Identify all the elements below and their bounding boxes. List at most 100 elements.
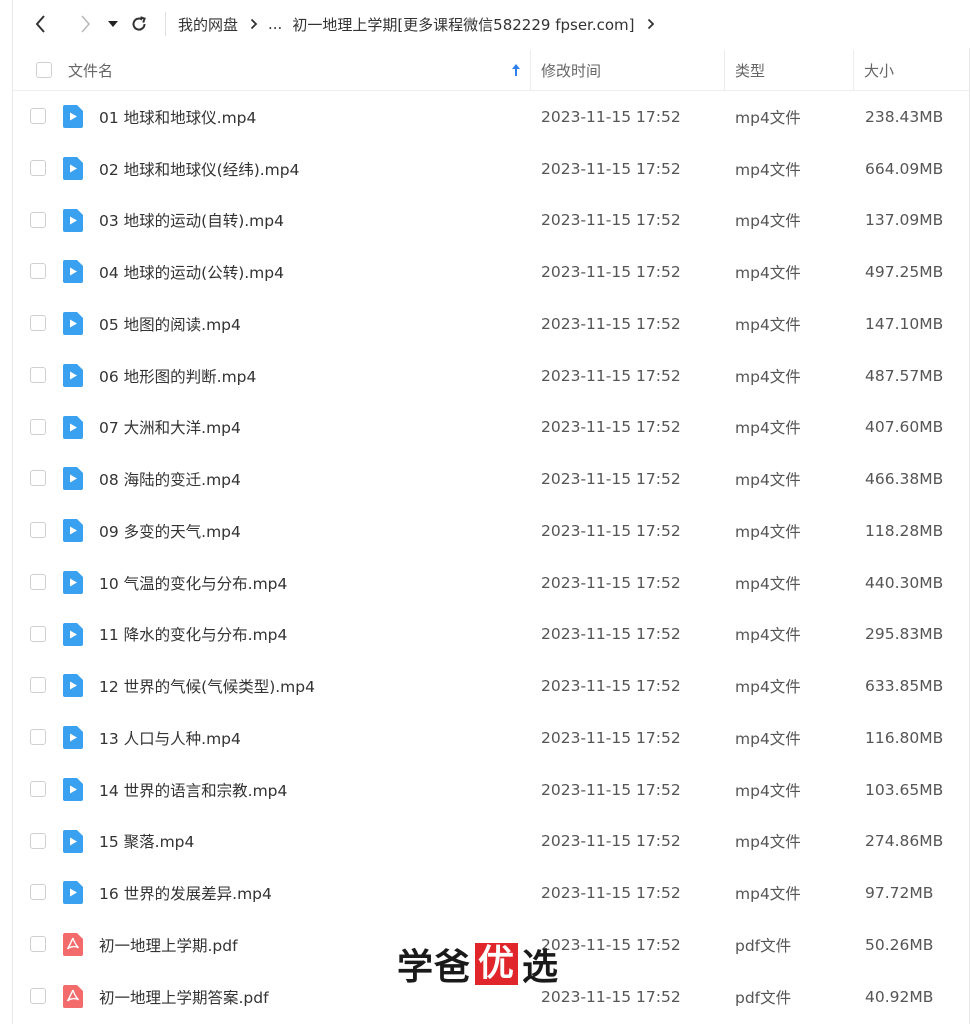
table-row[interactable]: 01 地球和地球仪.mp4 2023-11-15 17:52 mp4文件 238.43… bbox=[13, 91, 969, 143]
caret-down-icon bbox=[108, 21, 118, 27]
video-file-icon bbox=[63, 726, 83, 749]
file-name[interactable]: 05 地图的阅读.mp4 bbox=[99, 298, 241, 350]
row-checkbox[interactable] bbox=[30, 366, 46, 383]
file-size: 238.43MB bbox=[865, 107, 944, 126]
file-name[interactable]: 02 地球和地球仪(经纬).mp4 bbox=[99, 143, 299, 195]
row-checkbox[interactable] bbox=[30, 987, 46, 1004]
table-row[interactable]: 02 地球和地球仪(经纬).mp4 2023-11-15 17:52 mp4文件 66… bbox=[13, 143, 969, 195]
breadcrumb-current[interactable]: 初一地理上学期[更多课程微信582229 fpser.com] bbox=[292, 14, 634, 35]
column-divider[interactable] bbox=[530, 50, 531, 90]
file-size: 103.65MB bbox=[865, 780, 944, 799]
row-checkbox[interactable] bbox=[30, 677, 46, 694]
breadcrumb-root[interactable]: 我的网盘 bbox=[178, 14, 238, 35]
file-size: 633.85MB bbox=[865, 677, 944, 696]
row-checkbox[interactable] bbox=[30, 936, 46, 952]
video-file-icon bbox=[63, 622, 83, 646]
file-size: 497.25MB bbox=[865, 263, 944, 282]
file-name[interactable]: 13 人口与人种.mp4 bbox=[99, 712, 241, 764]
file-name[interactable]: 14 世界的语言和宗教.mp4 bbox=[99, 764, 287, 816]
table-row[interactable]: 15 聚落.mp4 2023-11-15 17:52 mp4文件 274.86MB bbox=[13, 816, 969, 868]
table-row[interactable]: 07 大洲和大洋.mp4 2023-11-15 17:52 mp4文件 407.60M… bbox=[13, 402, 969, 454]
row-checkbox[interactable] bbox=[30, 729, 46, 745]
row-checkbox[interactable] bbox=[30, 832, 46, 849]
file-size: 137.09MB bbox=[865, 211, 944, 230]
row-checkbox[interactable] bbox=[30, 263, 46, 280]
column-divider[interactable] bbox=[853, 50, 854, 90]
table-row[interactable]: 12 世界的气候(气候类型).mp4 2023-11-15 17:52 mp4文件 6… bbox=[13, 660, 969, 712]
table-row[interactable]: 05 地图的阅读.mp4 2023-11-15 17:52 mp4文件 147.10M… bbox=[13, 298, 969, 350]
column-header-mtime[interactable]: 修改时间 bbox=[541, 50, 601, 90]
file-name[interactable]: 12 世界的气候(气候类型).mp4 bbox=[99, 660, 315, 712]
file-name[interactable]: 06 地形图的判断.mp4 bbox=[99, 350, 256, 402]
file-name[interactable]: 08 海陆的变迁.mp4 bbox=[99, 453, 241, 505]
row-checkbox[interactable] bbox=[30, 625, 46, 642]
column-header-type[interactable]: 类型 bbox=[735, 50, 765, 90]
right-border bbox=[969, 48, 970, 1024]
table-row[interactable]: 10 气温的变化与分布.mp4 2023-11-15 17:52 mp4文件 440.… bbox=[13, 557, 969, 609]
file-name[interactable]: 15 聚落.mp4 bbox=[99, 816, 194, 868]
column-header-size[interactable]: 大小 bbox=[864, 50, 894, 90]
file-name[interactable]: 09 多变的天气.mp4 bbox=[99, 505, 241, 557]
file-size: 466.38MB bbox=[865, 470, 944, 489]
file-size: 116.80MB bbox=[865, 728, 944, 747]
file-type: mp4文件 bbox=[735, 781, 801, 800]
file-name[interactable]: 11 降水的变化与分布.mp4 bbox=[99, 609, 287, 661]
row-checkbox[interactable] bbox=[30, 573, 46, 590]
file-mtime: 2023-11-15 17:52 bbox=[541, 366, 681, 385]
watermark-text: 选 bbox=[522, 947, 560, 988]
refresh-icon bbox=[132, 16, 146, 31]
file-name[interactable]: 01 地球和地球仪.mp4 bbox=[99, 91, 256, 143]
row-checkbox[interactable] bbox=[30, 522, 46, 538]
table-row[interactable]: 14 世界的语言和宗教.mp4 2023-11-15 17:52 mp4文件 103.… bbox=[13, 764, 969, 816]
arrow-up-icon[interactable] bbox=[511, 62, 521, 78]
table-row[interactable]: 16 世界的发展差异.mp4 2023-11-15 17:52 mp4文件 97.72… bbox=[13, 867, 969, 919]
watermark-highlight: 优 bbox=[475, 943, 519, 985]
file-type: mp4文件 bbox=[735, 315, 801, 334]
table-row[interactable]: 11 降水的变化与分布.mp4 2023-11-15 17:52 mp4文件 295.… bbox=[13, 609, 969, 661]
file-mtime: 2023-11-15 17:52 bbox=[541, 780, 681, 799]
row-checkbox[interactable] bbox=[30, 211, 46, 228]
select-all-checkbox[interactable] bbox=[36, 62, 52, 78]
file-type: mp4文件 bbox=[735, 626, 801, 645]
row-checkbox[interactable] bbox=[30, 108, 46, 124]
refresh-button[interactable] bbox=[123, 8, 155, 40]
file-mtime: 2023-11-15 17:52 bbox=[541, 573, 681, 592]
table-row[interactable]: 09 多变的天气.mp4 2023-11-15 17:52 mp4文件 118.28M… bbox=[13, 505, 969, 557]
row-checkbox[interactable] bbox=[30, 884, 46, 901]
file-name[interactable]: 07 大洲和大洋.mp4 bbox=[99, 402, 241, 454]
file-name[interactable]: 16 世界的发展差异.mp4 bbox=[99, 867, 272, 919]
file-mtime: 2023-11-15 17:52 bbox=[541, 314, 681, 333]
video-file-icon bbox=[63, 467, 83, 491]
row-checkbox[interactable] bbox=[30, 470, 46, 487]
file-name[interactable]: 04 地球的运动(公转).mp4 bbox=[99, 246, 284, 298]
row-checkbox[interactable] bbox=[30, 418, 46, 435]
row-checkbox[interactable] bbox=[30, 315, 46, 331]
file-mtime: 2023-11-15 17:52 bbox=[541, 728, 681, 747]
file-name[interactable]: 初一地理上学期.pdf bbox=[99, 919, 238, 971]
table-row[interactable]: 04 地球的运动(公转).mp4 2023-11-15 17:52 mp4文件 497… bbox=[13, 246, 969, 298]
file-type: mp4文件 bbox=[735, 885, 801, 904]
file-type: mp4文件 bbox=[735, 522, 801, 541]
table-row[interactable]: 03 地球的运动(自转).mp4 2023-11-15 17:52 mp4文件 137… bbox=[13, 195, 969, 247]
file-name[interactable]: 初一地理上学期答案.pdf bbox=[99, 971, 269, 1023]
file-type: mp4文件 bbox=[735, 833, 801, 852]
column-header-name[interactable]: 文件名 bbox=[68, 50, 113, 90]
video-file-icon bbox=[63, 829, 83, 853]
video-file-icon bbox=[63, 415, 83, 439]
table-row[interactable]: 13 人口与人种.mp4 2023-11-15 17:52 mp4文件 116.80M… bbox=[13, 712, 969, 764]
file-mtime: 2023-11-15 17:52 bbox=[541, 935, 681, 954]
video-file-icon bbox=[63, 156, 83, 180]
table-row[interactable]: 08 海陆的变迁.mp4 2023-11-15 17:52 mp4文件 466.38M… bbox=[13, 453, 969, 505]
file-mtime: 2023-11-15 17:52 bbox=[541, 107, 681, 126]
back-button[interactable] bbox=[25, 8, 57, 40]
breadcrumb-ellipsis[interactable]: ... bbox=[268, 15, 282, 33]
column-divider[interactable] bbox=[724, 50, 725, 90]
history-dropdown-button[interactable] bbox=[101, 8, 125, 40]
file-mtime: 2023-11-15 17:52 bbox=[541, 263, 681, 282]
file-name[interactable]: 03 地球的运动(自转).mp4 bbox=[99, 195, 284, 247]
table-row[interactable]: 06 地形图的判断.mp4 2023-11-15 17:52 mp4文件 487.57… bbox=[13, 350, 969, 402]
file-name[interactable]: 10 气温的变化与分布.mp4 bbox=[99, 557, 287, 609]
row-checkbox[interactable] bbox=[30, 159, 46, 176]
row-checkbox[interactable] bbox=[30, 780, 46, 797]
forward-button[interactable] bbox=[69, 8, 101, 40]
